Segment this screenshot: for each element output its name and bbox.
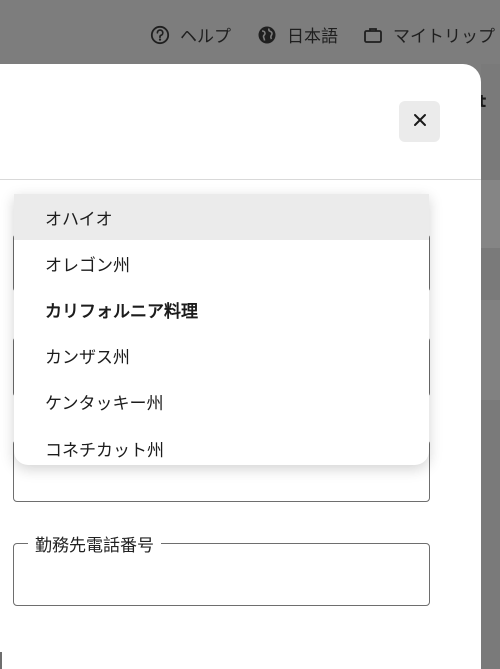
background-band	[481, 300, 500, 400]
dropdown-option-label: オハイオ	[45, 209, 113, 230]
dropdown-option-label: カリフォルニア料理	[45, 301, 198, 322]
dropdown-option-label: オレゴン州	[45, 255, 130, 276]
dropdown-option[interactable]: オハイオ	[14, 194, 429, 240]
dropdown-option-label: カンザス州	[45, 347, 130, 368]
next-field-edge	[0, 652, 2, 669]
dropdown-option[interactable]: カリフォルニア料理	[14, 286, 429, 332]
top-nav: ヘルプ 日本語 マイトリップ	[0, 0, 500, 64]
nav-help-link[interactable]: ヘルプ	[150, 22, 231, 47]
dropdown-option[interactable]: オレゴン州	[14, 240, 429, 286]
modal-dialog: 勤務先電話番号 オハイオ オレゴン州 カリフォルニア料理 カンザス州 ケンタッキ…	[0, 64, 481, 669]
dropdown-option[interactable]: コネチカット州	[14, 424, 429, 465]
state-dropdown-list[interactable]: オハイオ オレゴン州 カリフォルニア料理 カンザス州 ケンタッキー州 コネチカッ…	[14, 194, 429, 465]
close-button[interactable]	[399, 101, 440, 142]
dropdown-option[interactable]: カンザス州	[14, 332, 429, 378]
nav-language-link[interactable]: 日本語	[257, 22, 338, 47]
nav-help-label: ヘルプ	[180, 27, 231, 47]
work-phone-field[interactable]: 勤務先電話番号	[13, 531, 430, 606]
briefcase-icon	[363, 25, 383, 45]
close-icon	[413, 113, 427, 130]
background-band	[481, 180, 500, 248]
question-circle-icon	[150, 25, 170, 45]
nav-language-label: 日本語	[287, 27, 338, 47]
globe-icon	[257, 25, 277, 45]
nav-trips-link[interactable]: マイトリップ	[363, 22, 495, 47]
modal-header	[0, 64, 481, 180]
nav-trips-label: マイトリップ	[393, 27, 495, 47]
dropdown-option[interactable]: ケンタッキー州	[14, 378, 429, 424]
work-phone-label: 勤務先電話番号	[28, 531, 161, 556]
dropdown-option-label: ケンタッキー州	[45, 393, 164, 414]
dropdown-option-label: コネチカット州	[45, 441, 164, 461]
